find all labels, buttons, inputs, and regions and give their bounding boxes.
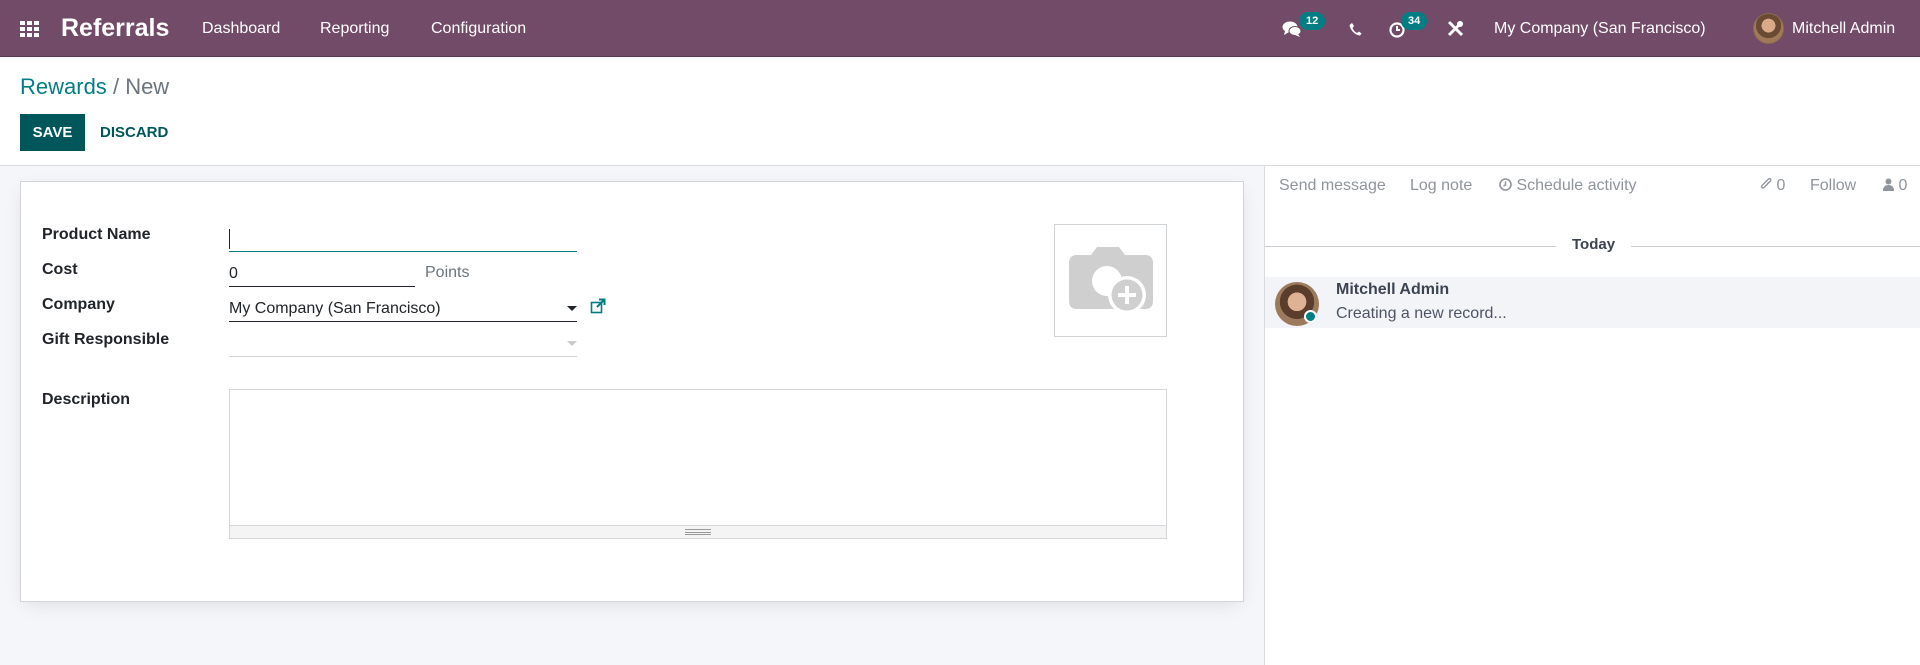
breadcrumb: Rewards / New bbox=[20, 74, 169, 100]
camera-add-icon bbox=[1068, 246, 1153, 314]
user-avatar bbox=[1753, 13, 1784, 44]
followers-count: 0 bbox=[1898, 177, 1908, 194]
schedule-activity-label: Schedule activity bbox=[1516, 177, 1637, 194]
company-switcher[interactable]: My Company (San Francisco) bbox=[1494, 0, 1706, 57]
schedule-activity-button[interactable]: Schedule activity bbox=[1499, 177, 1637, 195]
activities-button[interactable]: 34 bbox=[1388, 0, 1428, 57]
gift-responsible-label: Gift Responsible bbox=[42, 331, 170, 348]
description-label: Description bbox=[42, 391, 131, 408]
phone-icon bbox=[1349, 22, 1362, 35]
apps-menu-button[interactable] bbox=[20, 0, 42, 57]
followers-button[interactable]: 0 bbox=[1883, 177, 1907, 195]
save-button[interactable]: SAVE bbox=[20, 114, 85, 151]
product-name-label: Product Name bbox=[42, 226, 151, 243]
menu-reporting[interactable]: Reporting bbox=[320, 0, 389, 57]
cost-unit: Points bbox=[425, 264, 470, 281]
control-panel: Rewards / New SAVE DISCARD bbox=[0, 58, 1920, 166]
message-body: Creating a new record... bbox=[1336, 305, 1507, 322]
messages-badge: 12 bbox=[1299, 12, 1326, 30]
user-menu[interactable]: Mitchell Admin bbox=[1753, 0, 1895, 57]
online-status-icon bbox=[1304, 310, 1317, 323]
description-editor bbox=[229, 389, 1167, 539]
chatter: Send message Log note Schedule activity … bbox=[1264, 166, 1920, 665]
messages-button[interactable]: 12 bbox=[1282, 0, 1326, 57]
product-image-upload[interactable] bbox=[1054, 224, 1167, 337]
send-message-button[interactable]: Send message bbox=[1279, 177, 1386, 195]
breadcrumb-current: New bbox=[125, 74, 170, 99]
separator-line bbox=[1265, 246, 1556, 247]
clock-icon bbox=[1499, 178, 1512, 191]
description-input[interactable] bbox=[230, 390, 1166, 525]
breadcrumb-separator: / bbox=[112, 74, 120, 99]
chevron-down-icon bbox=[567, 341, 577, 346]
discard-button[interactable]: DISCARD bbox=[92, 114, 176, 151]
product-name-input[interactable] bbox=[229, 226, 577, 252]
user-name: Mitchell Admin bbox=[1792, 19, 1896, 37]
activities-badge: 34 bbox=[1401, 12, 1428, 30]
attachments-count: 0 bbox=[1776, 177, 1786, 194]
menu-dashboard[interactable]: Dashboard bbox=[202, 0, 280, 57]
company-select[interactable]: My Company (San Francisco) bbox=[229, 296, 577, 322]
app-name[interactable]: Referrals bbox=[61, 0, 169, 57]
company-label: Company bbox=[42, 296, 115, 313]
message-item: Mitchell Admin Creating a new record... bbox=[1265, 277, 1920, 328]
date-label: Today bbox=[1572, 236, 1616, 253]
top-navbar: Referrals Dashboard Reporting Configurat… bbox=[0, 0, 1920, 57]
tools-icon bbox=[1447, 20, 1464, 37]
cost-value: 0 bbox=[229, 264, 238, 282]
form-sheet: Product Name Cost 0 Points Company My Co… bbox=[20, 181, 1244, 602]
company-value: My Company (San Francisco) bbox=[229, 299, 441, 317]
chevron-down-icon bbox=[567, 306, 577, 311]
cost-label: Cost bbox=[42, 261, 78, 278]
text-cursor bbox=[229, 228, 230, 249]
attachments-button[interactable]: 0 bbox=[1760, 177, 1785, 195]
external-link-icon[interactable] bbox=[590, 298, 606, 314]
menu-configuration[interactable]: Configuration bbox=[431, 0, 526, 57]
date-separator: Today bbox=[1265, 236, 1920, 256]
gift-responsible-select[interactable] bbox=[229, 331, 577, 357]
log-note-button[interactable]: Log note bbox=[1410, 177, 1472, 195]
user-icon bbox=[1883, 178, 1894, 191]
resize-handle[interactable] bbox=[230, 525, 1166, 538]
breadcrumb-rewards[interactable]: Rewards bbox=[20, 74, 107, 99]
debug-tools-button[interactable] bbox=[1447, 0, 1464, 57]
message-author[interactable]: Mitchell Admin bbox=[1336, 281, 1449, 299]
apps-grid-icon bbox=[20, 20, 39, 37]
cost-input[interactable]: 0 bbox=[229, 261, 415, 287]
paperclip-icon bbox=[1760, 177, 1772, 189]
separator-line bbox=[1631, 246, 1920, 247]
follow-button[interactable]: Follow bbox=[1810, 177, 1856, 195]
grip-icon bbox=[685, 529, 711, 535]
phone-button[interactable] bbox=[1349, 0, 1362, 57]
